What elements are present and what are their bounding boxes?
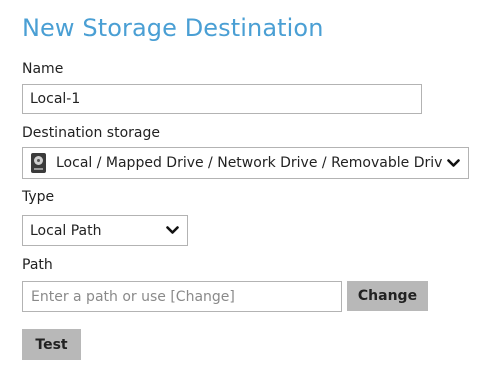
destination-storage-label: Destination storage xyxy=(22,125,160,141)
type-label: Type xyxy=(22,189,55,205)
name-label: Name xyxy=(22,61,64,77)
name-field[interactable]: Local-1 xyxy=(22,84,422,114)
chevron-down-icon[interactable] xyxy=(442,148,464,178)
page-title: New Storage Destination xyxy=(22,14,324,42)
chevron-down-icon[interactable] xyxy=(161,216,183,245)
type-value: Local Path xyxy=(30,222,102,239)
type-select[interactable]: Local Path xyxy=(22,215,188,246)
name-field-value: Local-1 xyxy=(30,91,81,107)
change-button[interactable]: Change xyxy=(347,281,428,311)
path-label: Path xyxy=(22,257,53,273)
path-placeholder: Enter a path or use [Change] xyxy=(31,288,235,305)
path-input[interactable]: Enter a path or use [Change] xyxy=(22,281,342,312)
test-button[interactable]: Test xyxy=(22,329,81,360)
hard-drive-icon xyxy=(31,153,46,173)
destination-storage-value: Local / Mapped Drive / Network Drive / R… xyxy=(56,155,442,171)
destination-storage-select[interactable]: Local / Mapped Drive / Network Drive / R… xyxy=(22,147,469,179)
